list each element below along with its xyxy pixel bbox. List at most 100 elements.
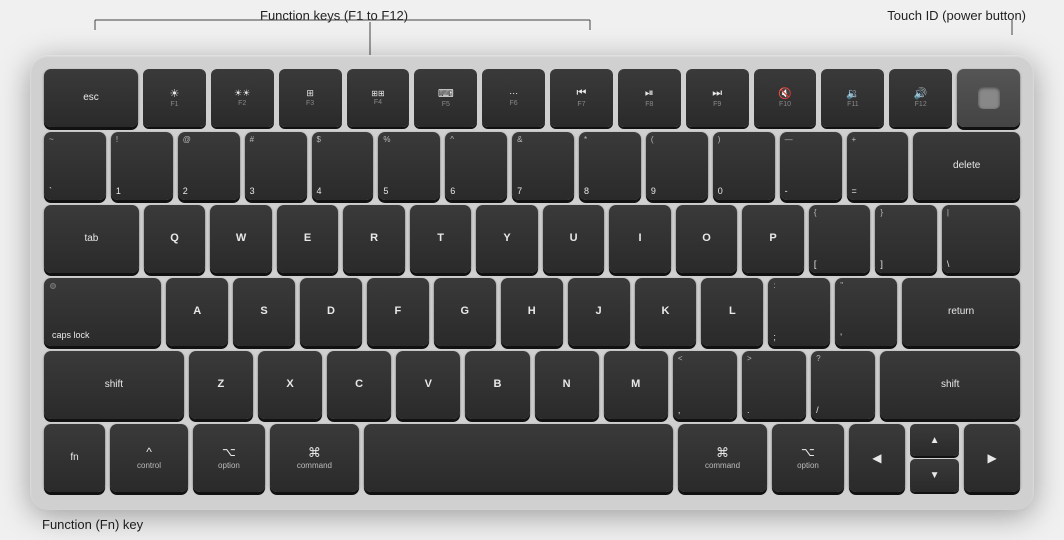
key-f8[interactable]: ⏯F8 bbox=[618, 69, 681, 127]
key-q[interactable]: Q bbox=[144, 205, 206, 273]
command-right-label: command bbox=[705, 461, 740, 471]
key-l[interactable]: L bbox=[701, 278, 763, 346]
key-slash[interactable]: ? / bbox=[811, 351, 875, 419]
key-2[interactable]: @ 2 bbox=[178, 132, 240, 200]
key-f12[interactable]: 🔊F12 bbox=[889, 69, 952, 127]
touch-id-annotation-label: Touch ID (power button) bbox=[887, 8, 1026, 23]
caps-row: caps lock A S D F G H J K L : ; " ' retu… bbox=[44, 278, 1020, 346]
key-f5[interactable]: ⌨F5 bbox=[414, 69, 477, 127]
key-o[interactable]: O bbox=[676, 205, 738, 273]
key-g[interactable]: G bbox=[434, 278, 496, 346]
key-f3[interactable]: ⊞F3 bbox=[279, 69, 342, 127]
key-lbracket[interactable]: { [ bbox=[809, 205, 871, 273]
key-return[interactable]: return bbox=[902, 278, 1020, 346]
key-shift-left[interactable]: shift bbox=[44, 351, 184, 419]
key-space[interactable] bbox=[364, 424, 673, 492]
key-i[interactable]: I bbox=[609, 205, 671, 273]
key-esc[interactable]: esc bbox=[44, 69, 138, 127]
key-w[interactable]: W bbox=[210, 205, 272, 273]
key-comma[interactable]: < , bbox=[673, 351, 737, 419]
tab-row: tab Q W E R T Y U I O P { [ } ] | \ bbox=[44, 205, 1020, 273]
key-e[interactable]: E bbox=[277, 205, 339, 273]
key-command-right[interactable]: ⌘ command bbox=[678, 424, 767, 492]
key-f1[interactable]: ☀F1 bbox=[143, 69, 206, 127]
key-f7[interactable]: ⏮F7 bbox=[550, 69, 613, 127]
option-left-label: option bbox=[218, 461, 240, 471]
key-9[interactable]: ( 9 bbox=[646, 132, 708, 200]
key-arrow-up[interactable]: ▲ bbox=[910, 424, 960, 457]
key-4[interactable]: $ 4 bbox=[312, 132, 374, 200]
key-b[interactable]: B bbox=[465, 351, 529, 419]
key-r[interactable]: R bbox=[343, 205, 405, 273]
key-v[interactable]: V bbox=[396, 351, 460, 419]
key-u[interactable]: U bbox=[543, 205, 605, 273]
key-f6[interactable]: ⋯F6 bbox=[482, 69, 545, 127]
key-arrow-left[interactable]: ◀ bbox=[849, 424, 905, 492]
key-k[interactable]: K bbox=[635, 278, 697, 346]
key-x[interactable]: X bbox=[258, 351, 322, 419]
key-arrow-down[interactable]: ▼ bbox=[910, 459, 960, 492]
key-c[interactable]: C bbox=[327, 351, 391, 419]
key-backtick[interactable]: ~ ` bbox=[44, 132, 106, 200]
number-row: ~ ` ! 1 @ 2 # 3 $ 4 % 5 bbox=[44, 132, 1020, 200]
key-touch-id[interactable] bbox=[957, 69, 1020, 127]
option-left-icon: ⌥ bbox=[222, 445, 236, 459]
key-tab[interactable]: tab bbox=[44, 205, 139, 273]
control-icon: ^ bbox=[146, 445, 152, 459]
key-m[interactable]: M bbox=[604, 351, 668, 419]
key-f[interactable]: F bbox=[367, 278, 429, 346]
key-arrow-right[interactable]: ▶ bbox=[964, 424, 1020, 492]
key-3[interactable]: # 3 bbox=[245, 132, 307, 200]
key-f4[interactable]: ⊞⊞F4 bbox=[347, 69, 410, 127]
key-command-left[interactable]: ⌘ command bbox=[270, 424, 359, 492]
key-f10[interactable]: 🔇F10 bbox=[754, 69, 817, 127]
caps-lock-indicator bbox=[50, 283, 56, 289]
arrow-up-down-container: ▲ ▼ bbox=[910, 424, 960, 492]
key-option-right[interactable]: ⌥ option bbox=[772, 424, 844, 492]
key-5[interactable]: % 5 bbox=[378, 132, 440, 200]
key-a[interactable]: A bbox=[166, 278, 228, 346]
key-semicolon[interactable]: : ; bbox=[768, 278, 830, 346]
key-1[interactable]: ! 1 bbox=[111, 132, 173, 200]
key-equal[interactable]: + = bbox=[847, 132, 909, 200]
key-rbracket[interactable]: } ] bbox=[875, 205, 937, 273]
key-h[interactable]: H bbox=[501, 278, 563, 346]
key-delete[interactable]: delete bbox=[913, 132, 1020, 200]
key-p[interactable]: P bbox=[742, 205, 804, 273]
key-backslash[interactable]: | \ bbox=[942, 205, 1020, 273]
option-right-icon: ⌥ bbox=[801, 445, 815, 459]
key-caps-lock[interactable]: caps lock bbox=[44, 278, 161, 346]
key-control[interactable]: ^ control bbox=[110, 424, 188, 492]
key-t[interactable]: T bbox=[410, 205, 472, 273]
key-7[interactable]: & 7 bbox=[512, 132, 574, 200]
key-fn[interactable]: fn bbox=[44, 424, 105, 492]
key-f11[interactable]: 🔉F11 bbox=[821, 69, 884, 127]
key-shift-right[interactable]: shift bbox=[880, 351, 1020, 419]
key-option-left[interactable]: ⌥ option bbox=[193, 424, 265, 492]
key-d[interactable]: D bbox=[300, 278, 362, 346]
function-keys-annotation-label: Function keys (F1 to F12) bbox=[260, 8, 408, 23]
key-y[interactable]: Y bbox=[476, 205, 538, 273]
command-right-icon: ⌘ bbox=[716, 445, 729, 461]
key-s[interactable]: S bbox=[233, 278, 295, 346]
shift-row: shift Z X C V B N M < , > . ? / shift bbox=[44, 351, 1020, 419]
option-right-label: option bbox=[797, 461, 819, 471]
key-8[interactable]: * 8 bbox=[579, 132, 641, 200]
key-j[interactable]: J bbox=[568, 278, 630, 346]
key-f9[interactable]: ⏭F9 bbox=[686, 69, 749, 127]
control-label: control bbox=[137, 461, 161, 471]
keyboard-inner: esc ☀F1 ☀☀F2 ⊞F3 ⊞⊞F4 ⌨F5 ⋯F6 ⏮F7 ⏯F8 ⏭F… bbox=[44, 69, 1020, 492]
key-n[interactable]: N bbox=[535, 351, 599, 419]
command-left-label: command bbox=[297, 461, 332, 471]
key-z[interactable]: Z bbox=[189, 351, 253, 419]
key-minus[interactable]: — - bbox=[780, 132, 842, 200]
touch-id-sensor bbox=[978, 87, 1000, 109]
key-0[interactable]: ) 0 bbox=[713, 132, 775, 200]
keyboard: esc ☀F1 ☀☀F2 ⊞F3 ⊞⊞F4 ⌨F5 ⋯F6 ⏮F7 ⏯F8 ⏭F… bbox=[30, 55, 1034, 510]
fn-key-annotation-label: Function (Fn) key bbox=[42, 517, 143, 532]
key-f2[interactable]: ☀☀F2 bbox=[211, 69, 274, 127]
bottom-row: fn ^ control ⌥ option ⌘ command ⌘ comman… bbox=[44, 424, 1020, 492]
key-6[interactable]: ^ 6 bbox=[445, 132, 507, 200]
key-quote[interactable]: " ' bbox=[835, 278, 897, 346]
key-period[interactable]: > . bbox=[742, 351, 806, 419]
